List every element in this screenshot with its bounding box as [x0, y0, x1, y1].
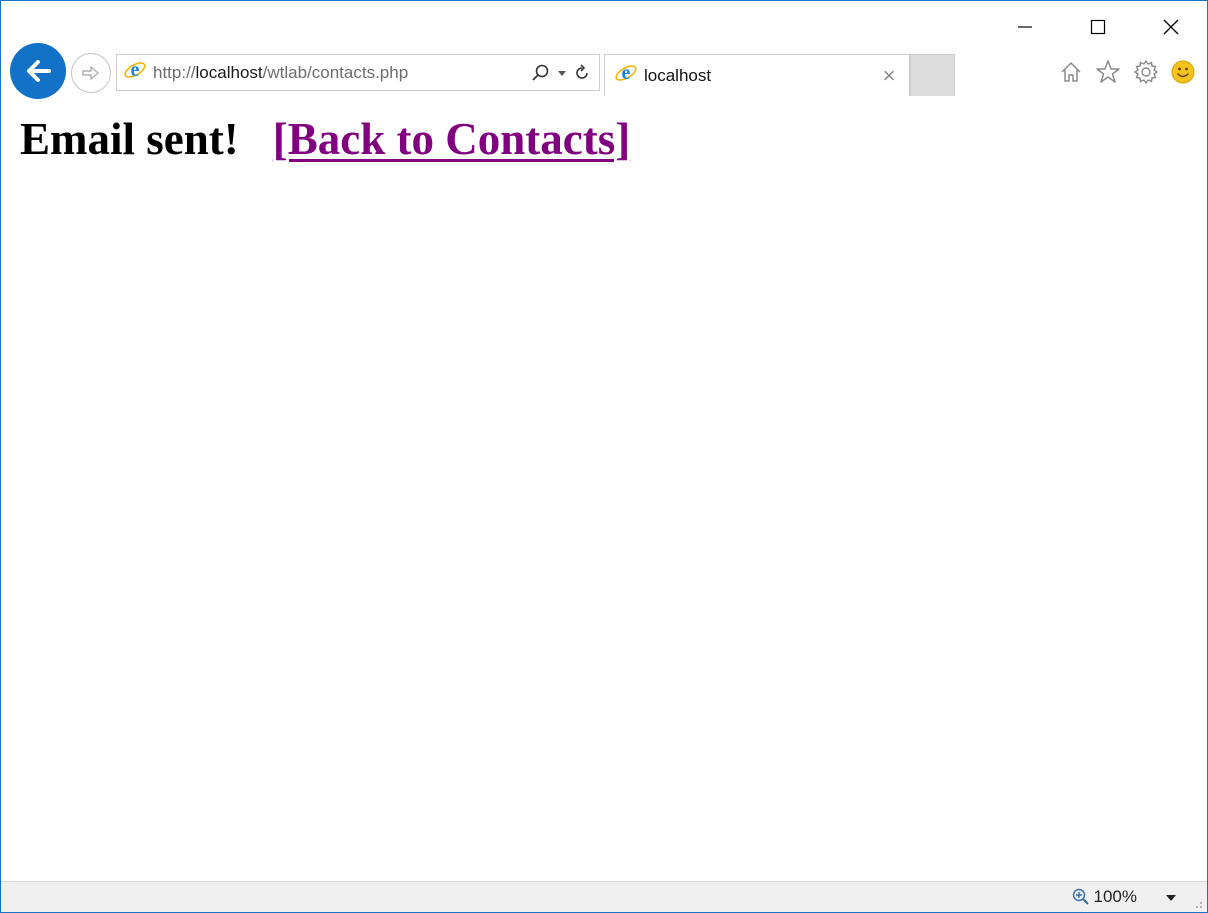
- back-button[interactable]: [9, 43, 67, 99]
- maximize-button[interactable]: [1076, 13, 1120, 41]
- tab-localhost[interactable]: e localhost ×: [604, 54, 910, 96]
- refresh-icon[interactable]: [573, 63, 591, 82]
- ie-tab-icon: e: [614, 61, 638, 90]
- maximize-icon: [1090, 19, 1106, 35]
- close-window-button[interactable]: [1149, 13, 1193, 41]
- svg-text:e: e: [131, 59, 140, 81]
- tools-button[interactable]: [1131, 57, 1161, 87]
- status-bar: 100%: [1, 881, 1207, 912]
- back-to-contacts-link[interactable]: [Back to Contacts]: [273, 114, 630, 164]
- address-bar[interactable]: e http://localhost/wtlab/contacts.php: [116, 54, 600, 91]
- smiley-feedback-icon: [1171, 60, 1195, 84]
- email-sent-message: Email sent!: [20, 114, 239, 164]
- minimize-icon: [1018, 26, 1032, 28]
- zoom-level: 100%: [1093, 887, 1137, 906]
- back-arrow-icon: [10, 43, 66, 99]
- url-text[interactable]: http://localhost/wtlab/contacts.php: [153, 63, 531, 83]
- home-button[interactable]: [1056, 57, 1086, 87]
- ie-page-icon: e: [123, 58, 147, 87]
- new-tab-button[interactable]: [910, 54, 955, 96]
- forward-arrow-icon: [82, 66, 99, 80]
- tab-title: localhost: [644, 65, 712, 85]
- favorites-button[interactable]: [1093, 57, 1123, 87]
- search-icon[interactable]: [531, 63, 551, 83]
- close-icon: [1163, 19, 1179, 35]
- page-heading: Email sent! [Back to Contacts]: [20, 109, 1197, 169]
- page-content: Email sent! [Back to Contacts]: [20, 109, 1197, 169]
- forward-button[interactable]: [71, 53, 111, 93]
- svg-text:e: e: [622, 62, 631, 84]
- favorites-star-icon: [1096, 60, 1120, 83]
- browser-window: e http://localhost/wtlab/contacts.php e …: [0, 0, 1208, 913]
- feedback-button[interactable]: [1168, 57, 1198, 87]
- resize-grip-icon[interactable]: [1191, 897, 1203, 909]
- home-icon: [1061, 62, 1081, 82]
- zoom-icon: [1072, 888, 1089, 905]
- zoom-dropdown-icon[interactable]: [1165, 893, 1177, 903]
- tab-close-button[interactable]: ×: [875, 62, 903, 90]
- minimize-button[interactable]: [1003, 13, 1047, 41]
- zoom-control[interactable]: 100%: [1072, 887, 1137, 907]
- gear-icon: [1133, 59, 1159, 85]
- dropdown-arrow-icon[interactable]: [557, 68, 567, 78]
